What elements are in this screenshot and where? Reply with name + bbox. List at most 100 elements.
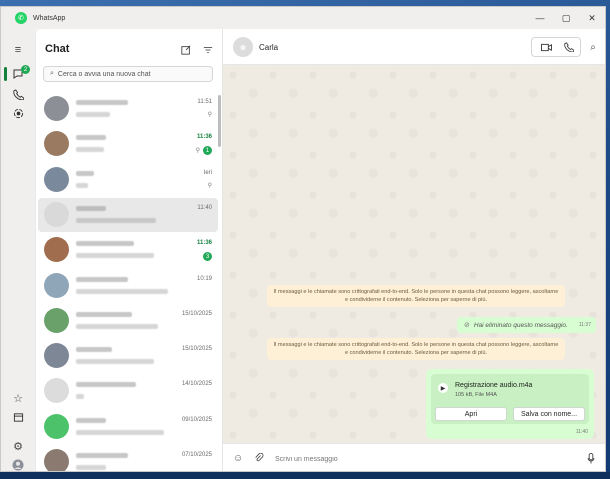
chat-row[interactable]: 14/10/2025 bbox=[38, 374, 218, 408]
avatar[interactable] bbox=[44, 449, 69, 471]
redacted-contact-name bbox=[76, 170, 94, 176]
conversation-panel: ● Carla ⌕ Il messaggi e le chiamate sono… bbox=[223, 29, 605, 471]
file-meta: 105 kB, File M4A bbox=[455, 392, 497, 398]
avatar[interactable] bbox=[44, 307, 69, 333]
status-icon[interactable] bbox=[11, 106, 25, 120]
new-chat-icon[interactable] bbox=[180, 44, 192, 56]
settings-icon[interactable]: ⚙ bbox=[11, 439, 25, 453]
deleted-message-time: 11:37 bbox=[578, 322, 591, 328]
whatsapp-window: ✆ WhatsApp — ▢ ✕ ≡ 2 ☆ ⚙ Chat ⌕ Cerca o … bbox=[0, 6, 606, 472]
play-icon[interactable]: ▶ bbox=[438, 383, 448, 393]
chat-row[interactable]: 15/10/2025 bbox=[38, 339, 218, 373]
file-message-bubble[interactable]: ▶ Registrazione audio.m4a 105 kB, File M… bbox=[426, 369, 594, 439]
active-indicator bbox=[4, 67, 7, 81]
filter-icon[interactable] bbox=[202, 44, 214, 56]
minimize-button[interactable]: — bbox=[527, 7, 553, 29]
search-box[interactable]: ⌕ bbox=[43, 66, 213, 82]
redacted-contact-name bbox=[76, 100, 128, 105]
redacted-message-preview bbox=[76, 323, 158, 329]
chat-time: 09/10/2025 bbox=[181, 416, 212, 423]
calls-icon[interactable] bbox=[11, 87, 25, 101]
search-in-chat-icon[interactable]: ⌕ bbox=[587, 38, 599, 56]
file-name: Registrazione audio.m4a bbox=[455, 382, 533, 389]
chat-time: 11:40 bbox=[197, 204, 212, 211]
redacted-message-preview bbox=[76, 359, 154, 365]
chat-time: 11:36 bbox=[196, 134, 212, 141]
chats-unread-badge: 2 bbox=[21, 65, 30, 74]
search-input[interactable] bbox=[57, 70, 208, 78]
avatar[interactable] bbox=[44, 343, 69, 369]
profile-icon[interactable] bbox=[11, 458, 25, 471]
message-input[interactable] bbox=[275, 452, 565, 466]
avatar[interactable] bbox=[44, 378, 69, 404]
save-as-button[interactable]: Salva con nome... bbox=[513, 407, 585, 421]
conversation-header: ● Carla ⌕ bbox=[223, 29, 605, 65]
chat-row[interactable]: 09/10/2025 bbox=[38, 410, 218, 444]
avatar[interactable] bbox=[44, 131, 69, 157]
chat-time: 15/10/2025 bbox=[181, 310, 212, 317]
file-message-time: 11:40 bbox=[575, 429, 588, 435]
pin-icon: ⚲ bbox=[207, 182, 212, 189]
redacted-message-preview bbox=[76, 394, 84, 400]
close-button[interactable]: ✕ bbox=[579, 7, 605, 29]
chat-list-title: Chat bbox=[45, 43, 70, 55]
deleted-message-text: Hai eliminato questo messaggio. bbox=[473, 321, 568, 329]
unread-count-badge: 3 bbox=[203, 252, 212, 262]
chat-time: 11:36 bbox=[196, 240, 212, 247]
open-file-button[interactable]: Apri bbox=[435, 407, 507, 421]
redacted-message-preview bbox=[76, 147, 104, 153]
menu-icon[interactable]: ≡ bbox=[11, 43, 25, 57]
chat-row[interactable]: 11:36 3 bbox=[38, 233, 218, 267]
chat-row[interactable]: 10:19 bbox=[38, 269, 218, 303]
chat-row[interactable]: Ieri ⚲ bbox=[38, 163, 218, 197]
avatar[interactable] bbox=[44, 272, 69, 298]
pin-icon: ⚲ bbox=[207, 112, 212, 118]
contact-name[interactable]: Carla bbox=[259, 43, 278, 52]
redacted-contact-name bbox=[76, 276, 128, 282]
chat-row-meta: ⚲ bbox=[208, 182, 212, 189]
maximize-button[interactable]: ▢ bbox=[553, 7, 579, 29]
avatar[interactable] bbox=[44, 237, 69, 263]
contact-avatar[interactable]: ● bbox=[233, 37, 253, 57]
avatar[interactable] bbox=[44, 166, 69, 192]
encryption-notice[interactable]: Il messaggi e le chiamate sono crittogra… bbox=[267, 285, 565, 307]
chat-row[interactable]: 11:36 ⚲ 1 bbox=[38, 127, 218, 161]
chat-row[interactable]: 15/10/2025 bbox=[38, 304, 218, 338]
video-call-icon[interactable] bbox=[539, 38, 553, 56]
voice-call-icon[interactable] bbox=[562, 38, 576, 56]
microphone-icon[interactable] bbox=[587, 453, 595, 467]
redacted-message-preview bbox=[76, 288, 168, 294]
chat-list-scrollbar[interactable] bbox=[218, 95, 221, 147]
chat-row[interactable]: 11:51 ⚲ bbox=[38, 92, 218, 126]
chat-row-meta: 3 bbox=[203, 252, 212, 262]
chat-row[interactable]: 11:40 bbox=[38, 197, 218, 232]
whatsapp-logo-icon: ✆ bbox=[15, 12, 27, 24]
archive-icon[interactable] bbox=[11, 410, 25, 424]
avatar[interactable] bbox=[44, 413, 69, 439]
chat-row[interactable]: 07/10/2025 bbox=[38, 445, 218, 471]
emoji-icon[interactable]: ☺ bbox=[233, 453, 243, 464]
avatar[interactable] bbox=[44, 201, 69, 227]
redacted-contact-name bbox=[76, 205, 106, 211]
search-icon: ⌕ bbox=[50, 70, 54, 77]
redacted-message-preview bbox=[76, 429, 164, 435]
redacted-contact-name bbox=[76, 382, 136, 388]
avatar[interactable] bbox=[44, 96, 69, 121]
redacted-contact-name bbox=[76, 453, 128, 458]
starred-icon[interactable]: ☆ bbox=[11, 391, 25, 405]
chat-time: 11:51 bbox=[197, 99, 212, 105]
redacted-message-preview bbox=[76, 182, 88, 188]
deleted-message-bubble[interactable]: ⊘ Hai eliminato questo messaggio. 11:37 bbox=[457, 317, 596, 333]
chat-time: 07/10/2025 bbox=[181, 452, 212, 458]
redacted-message-preview bbox=[76, 253, 154, 259]
chat-time: 10:19 bbox=[196, 275, 212, 282]
redacted-contact-name bbox=[76, 135, 106, 141]
redacted-contact-name bbox=[76, 241, 134, 247]
encryption-notice[interactable]: Il messaggi e le chiamate sono crittogra… bbox=[267, 338, 565, 360]
app-title: WhatsApp bbox=[33, 14, 66, 22]
file-card[interactable]: ▶ Registrazione audio.m4a 105 kB, File M… bbox=[431, 374, 589, 424]
chat-row-meta: ⚲ 1 bbox=[196, 146, 212, 156]
attach-icon[interactable] bbox=[254, 452, 264, 466]
redacted-message-preview bbox=[76, 465, 106, 470]
chat-time: 15/10/2025 bbox=[181, 346, 212, 353]
